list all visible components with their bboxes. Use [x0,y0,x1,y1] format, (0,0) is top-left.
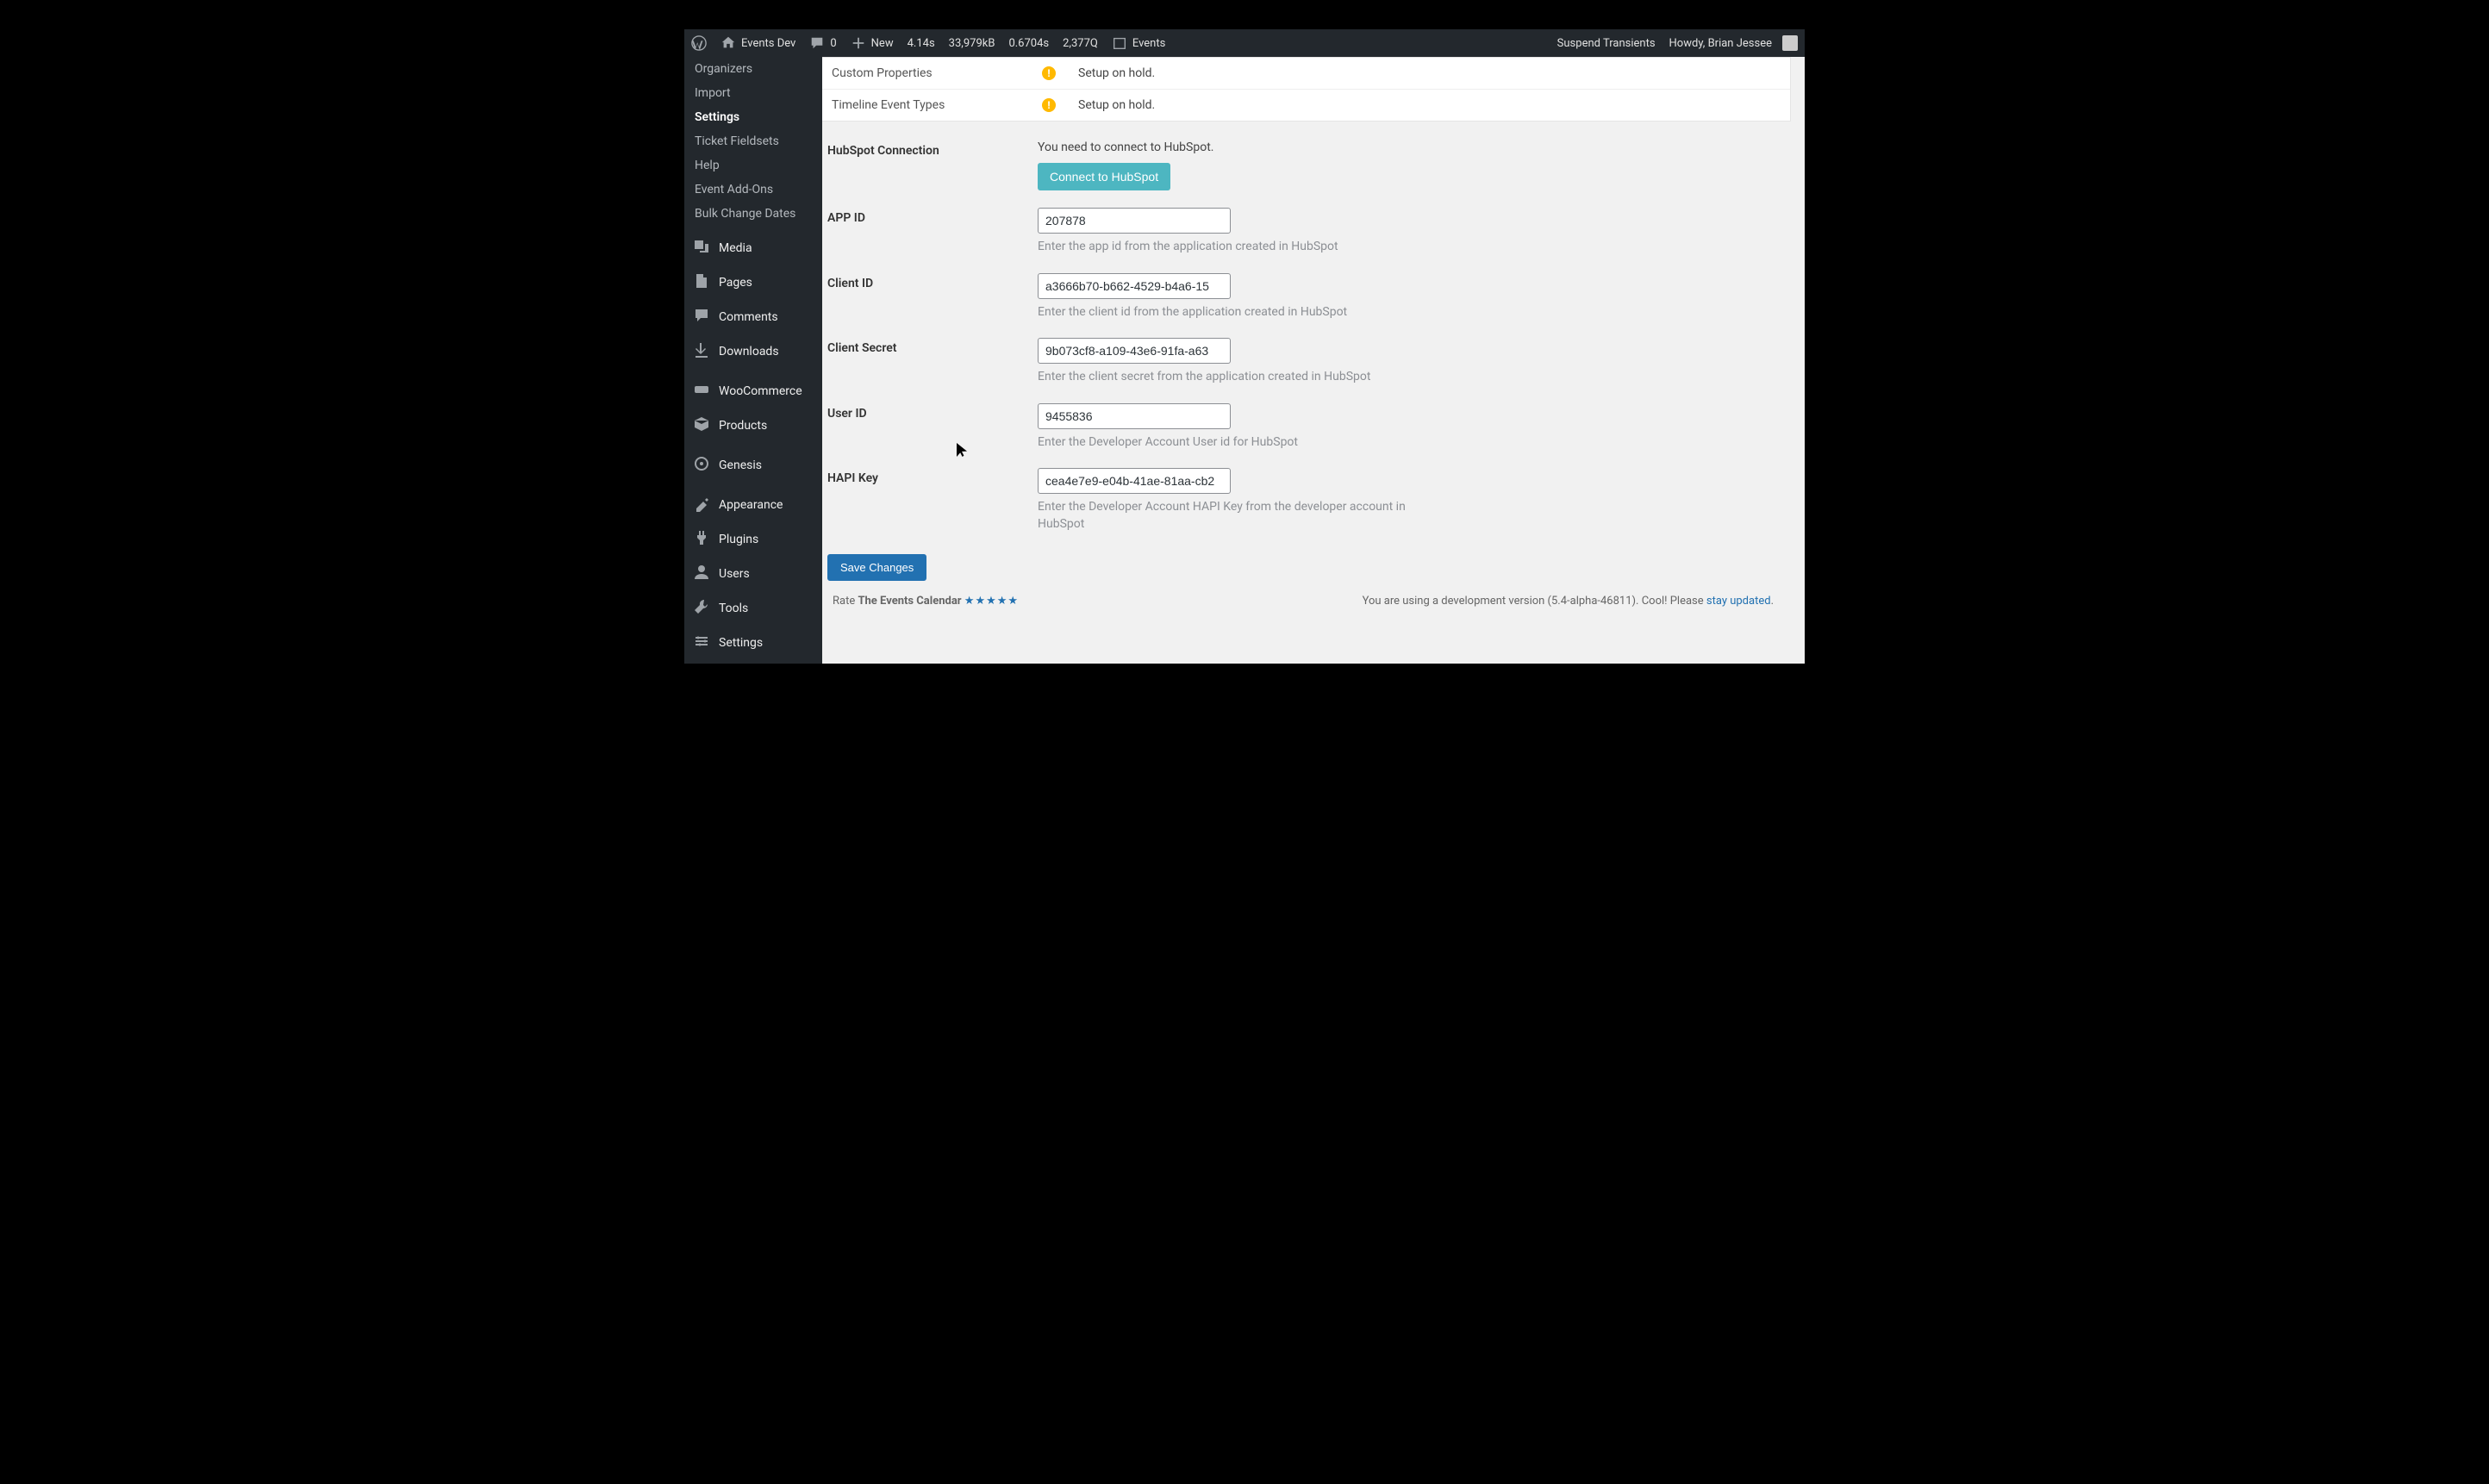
sidebar-item-tools[interactable]: Tools [684,591,822,626]
sidebar-subitem-bulk-change-dates[interactable]: Bulk Change Dates [684,202,822,226]
admin-bar: Events Dev 0 New 4.14s 33,979kB 0.6704s … [684,29,1805,57]
sidebar-subitem-organizers[interactable]: Organizers [684,57,822,81]
site-home-link[interactable]: Events Dev [714,29,802,57]
sidebar-item-comments[interactable]: Comments [684,300,822,334]
comments-icon [693,307,710,327]
howdy-text: Howdy, Brian Jessee [1669,37,1772,50]
timing-2[interactable]: 0.6704s [1001,29,1056,57]
sidebar-item-label: Downloads [719,345,779,359]
client-secret-help: Enter the client secret from the applica… [1038,369,1408,386]
stay-updated-link[interactable]: stay updated [1706,595,1771,608]
timing-1[interactable]: 4.14s [901,29,942,57]
version-notice: You are using a development version (5.4… [1363,595,1774,608]
content-area: Custom Properties ! Setup on hold. Timel… [822,57,1805,664]
status-row-custom-properties: Custom Properties ! Setup on hold. [822,58,1790,89]
app-id-input[interactable] [1038,208,1231,234]
warning-icon: ! [1042,66,1056,80]
hapi-key-input[interactable] [1038,468,1231,494]
sidebar-item-genesis[interactable]: Genesis [684,448,822,483]
sidebar-item-downloads[interactable]: Downloads [684,334,822,369]
sidebar-item-label: Products [719,419,767,433]
products-icon [693,415,710,436]
sidebar-item-label: Users [719,567,750,581]
connection-status-text: You need to connect to HubSpot. [1038,140,1789,154]
woocommerce-icon [693,381,710,402]
sidebar-subitem-ticket-fieldsets[interactable]: Ticket Fieldsets [684,129,822,153]
hapi-key-label: HAPI Key [827,468,1038,533]
events-label: Events [1132,37,1165,50]
hapi-key-help: Enter the Developer Account HAPI Key fro… [1038,499,1408,533]
sidebar-subitem-settings[interactable]: Settings [684,105,822,129]
users-icon [693,564,710,584]
sidebar-item-label: Settings [719,636,763,650]
site-name: Events Dev [741,37,795,50]
status-label: Timeline Event Types [832,98,1042,112]
sidebar-item-users[interactable]: Users [684,557,822,591]
user-id-input[interactable] [1038,403,1231,429]
sidebar-item-plugins[interactable]: Plugins [684,522,822,557]
status-label: Custom Properties [832,66,1042,80]
wp-logo-icon[interactable] [684,29,714,57]
sidebar-item-label: Pages [719,276,752,290]
admin-sidebar: OrganizersImportSettingsTicket Fieldsets… [684,57,822,664]
hubspot-connection-label: HubSpot Connection [827,140,1038,190]
comments-link[interactable]: 0 [802,29,843,57]
downloads-icon [693,341,710,362]
memory[interactable]: 33,979kB [942,29,1002,57]
sidebar-item-woocommerce[interactable]: WooCommerce [684,374,822,408]
status-text: Setup on hold. [1078,66,1155,80]
client-id-input[interactable] [1038,273,1231,299]
sidebar-item-pages[interactable]: Pages [684,265,822,300]
connect-hubspot-button[interactable]: Connect to HubSpot [1038,163,1170,190]
genesis-icon [693,455,710,476]
sidebar-item-label: Plugins [719,533,758,546]
appearance-icon [693,495,710,515]
client-id-label: Client ID [827,273,1038,321]
app-id-help: Enter the app id from the application cr… [1038,239,1408,256]
sidebar-item-label: Media [719,241,752,255]
events-link[interactable]: Events [1105,29,1172,57]
sidebar-item-label: WooCommerce [719,384,802,398]
comment-count: 0 [830,37,836,50]
howdy-user[interactable]: Howdy, Brian Jessee [1662,29,1805,57]
sidebar-item-appearance[interactable]: Appearance [684,488,822,522]
suspend-transients[interactable]: Suspend Transients [1550,29,1662,57]
sidebar-item-label: Genesis [719,458,762,472]
status-row-timeline-event-types: Timeline Event Types ! Setup on hold. [822,89,1790,121]
sidebar-subitem-import[interactable]: Import [684,81,822,105]
save-changes-button[interactable]: Save Changes [827,554,926,581]
app-id-label: APP ID [827,208,1038,256]
star-rating[interactable]: ★★★★★ [964,595,1019,608]
status-table: Custom Properties ! Setup on hold. Timel… [822,57,1791,122]
new-content-link[interactable]: New [844,29,901,57]
user-id-help: Enter the Developer Account User id for … [1038,434,1408,452]
sidebar-item-products[interactable]: Products [684,408,822,443]
status-text: Setup on hold. [1078,98,1155,112]
sidebar-item-settings[interactable]: Settings [684,626,822,660]
sidebar-item-label: Appearance [719,498,783,512]
sidebar-item-label: Tools [719,602,748,615]
tools-icon [693,598,710,619]
sidebar-item-label: Comments [719,310,778,324]
queries[interactable]: 2,377Q [1056,29,1105,57]
new-label: New [871,37,894,50]
warning-icon: ! [1042,98,1056,112]
avatar [1782,35,1798,51]
sidebar-subitem-help[interactable]: Help [684,153,822,178]
sidebar-subitem-event-add-ons[interactable]: Event Add-Ons [684,178,822,202]
rate-plugin: Rate The Events Calendar ★★★★★ [833,595,1019,608]
client-id-help: Enter the client id from the application… [1038,304,1408,321]
media-icon [693,238,710,259]
client-secret-input[interactable] [1038,338,1231,364]
settings-icon [693,633,710,653]
plugins-icon [693,529,710,550]
pages-icon [693,272,710,293]
sidebar-item-media[interactable]: Media [684,231,822,265]
client-secret-label: Client Secret [827,338,1038,386]
user-id-label: User ID [827,403,1038,452]
